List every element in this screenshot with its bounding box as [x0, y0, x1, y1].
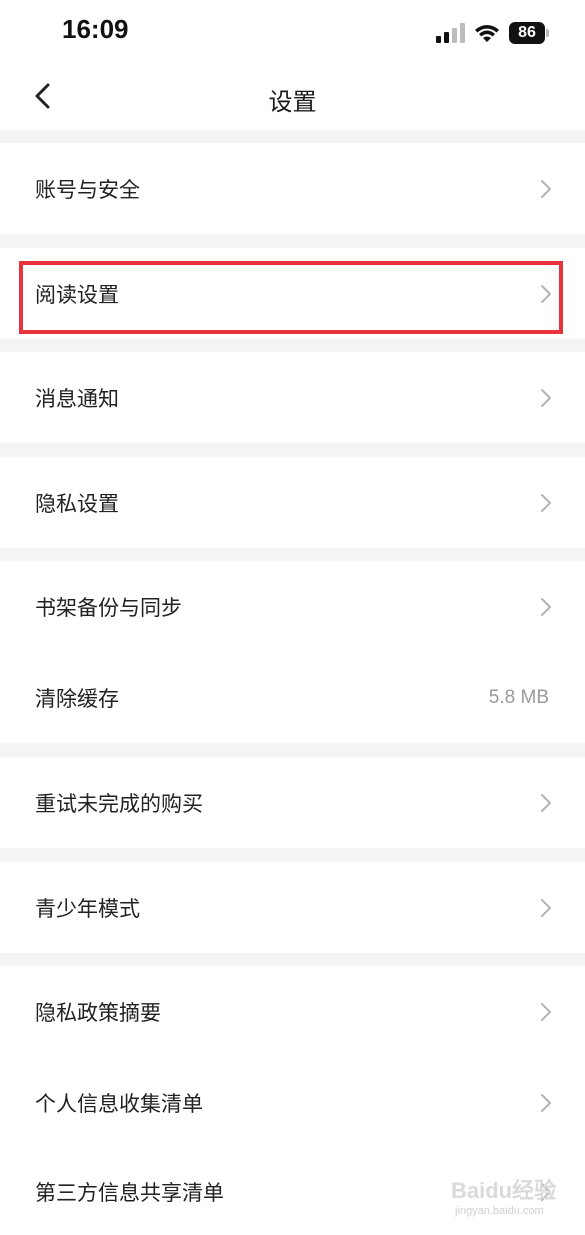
settings-item-privacy-settings[interactable]: 隐私设置 — [0, 457, 585, 548]
settings-item-label: 青少年模式 — [35, 896, 140, 921]
watermark-sub: jingyan.baidu.com — [455, 1205, 544, 1217]
baidu-watermark: Baidu经验 jingyan.baidu.com — [441, 1169, 571, 1225]
cache-size-value: 5.8 MB — [488, 686, 549, 708]
settings-item-label: 消息通知 — [35, 386, 119, 411]
settings-item-reading-settings[interactable]: 阅读设置 — [0, 248, 585, 339]
settings-item-label: 阅读设置 — [35, 282, 119, 307]
chevron-right-icon — [541, 284, 551, 303]
settings-item-label: 隐私政策摘要 — [35, 1000, 161, 1025]
settings-item-retry-purchase[interactable]: 重试未完成的购买 — [0, 757, 585, 848]
chevron-right-icon — [541, 388, 551, 407]
chevron-right-icon — [541, 898, 551, 917]
settings-item-privacy-policy-summary[interactable]: 隐私政策摘要 — [0, 966, 585, 1057]
settings-item-label: 第三方信息共享清单 — [35, 1180, 224, 1205]
settings-item-label: 个人信息收集清单 — [35, 1091, 203, 1116]
settings-item-shelf-backup-sync[interactable]: 书架备份与同步 — [0, 561, 585, 652]
nav-bar: 设置 — [0, 64, 585, 130]
chevron-right-icon — [541, 597, 551, 616]
settings-item-teen-mode[interactable]: 青少年模式 — [0, 862, 585, 953]
settings-item-label: 重试未完成的购买 — [35, 791, 203, 816]
battery-level: 86 — [518, 24, 536, 41]
wifi-icon — [475, 25, 499, 42]
status-icons: 86 — [435, 18, 549, 48]
status-bar: 16:09 86 — [0, 0, 585, 64]
chevron-right-icon — [541, 793, 551, 812]
chevron-right-icon — [541, 493, 551, 512]
settings-item-clear-cache[interactable]: 清除缓存 5.8 MB — [0, 652, 585, 743]
battery-icon: 86 — [509, 22, 549, 44]
settings-item-notifications[interactable]: 消息通知 — [0, 352, 585, 443]
settings-item-label: 账号与安全 — [35, 177, 140, 202]
page-title: 设置 — [268, 88, 317, 116]
chevron-right-icon — [541, 1002, 551, 1021]
settings-item-label: 隐私设置 — [35, 491, 119, 516]
watermark-main: Baidu经验 — [451, 1178, 557, 1203]
chevron-right-icon — [541, 1093, 551, 1112]
settings-item-personal-info-list[interactable]: 个人信息收集清单 — [0, 1057, 585, 1148]
settings-item-label: 书架备份与同步 — [35, 595, 182, 620]
chevron-right-icon — [541, 179, 551, 198]
signal-icon — [436, 23, 465, 43]
status-time: 16:09 — [62, 14, 129, 44]
settings-item-account-security[interactable]: 账号与安全 — [0, 143, 585, 234]
settings-item-label: 清除缓存 — [35, 686, 119, 711]
